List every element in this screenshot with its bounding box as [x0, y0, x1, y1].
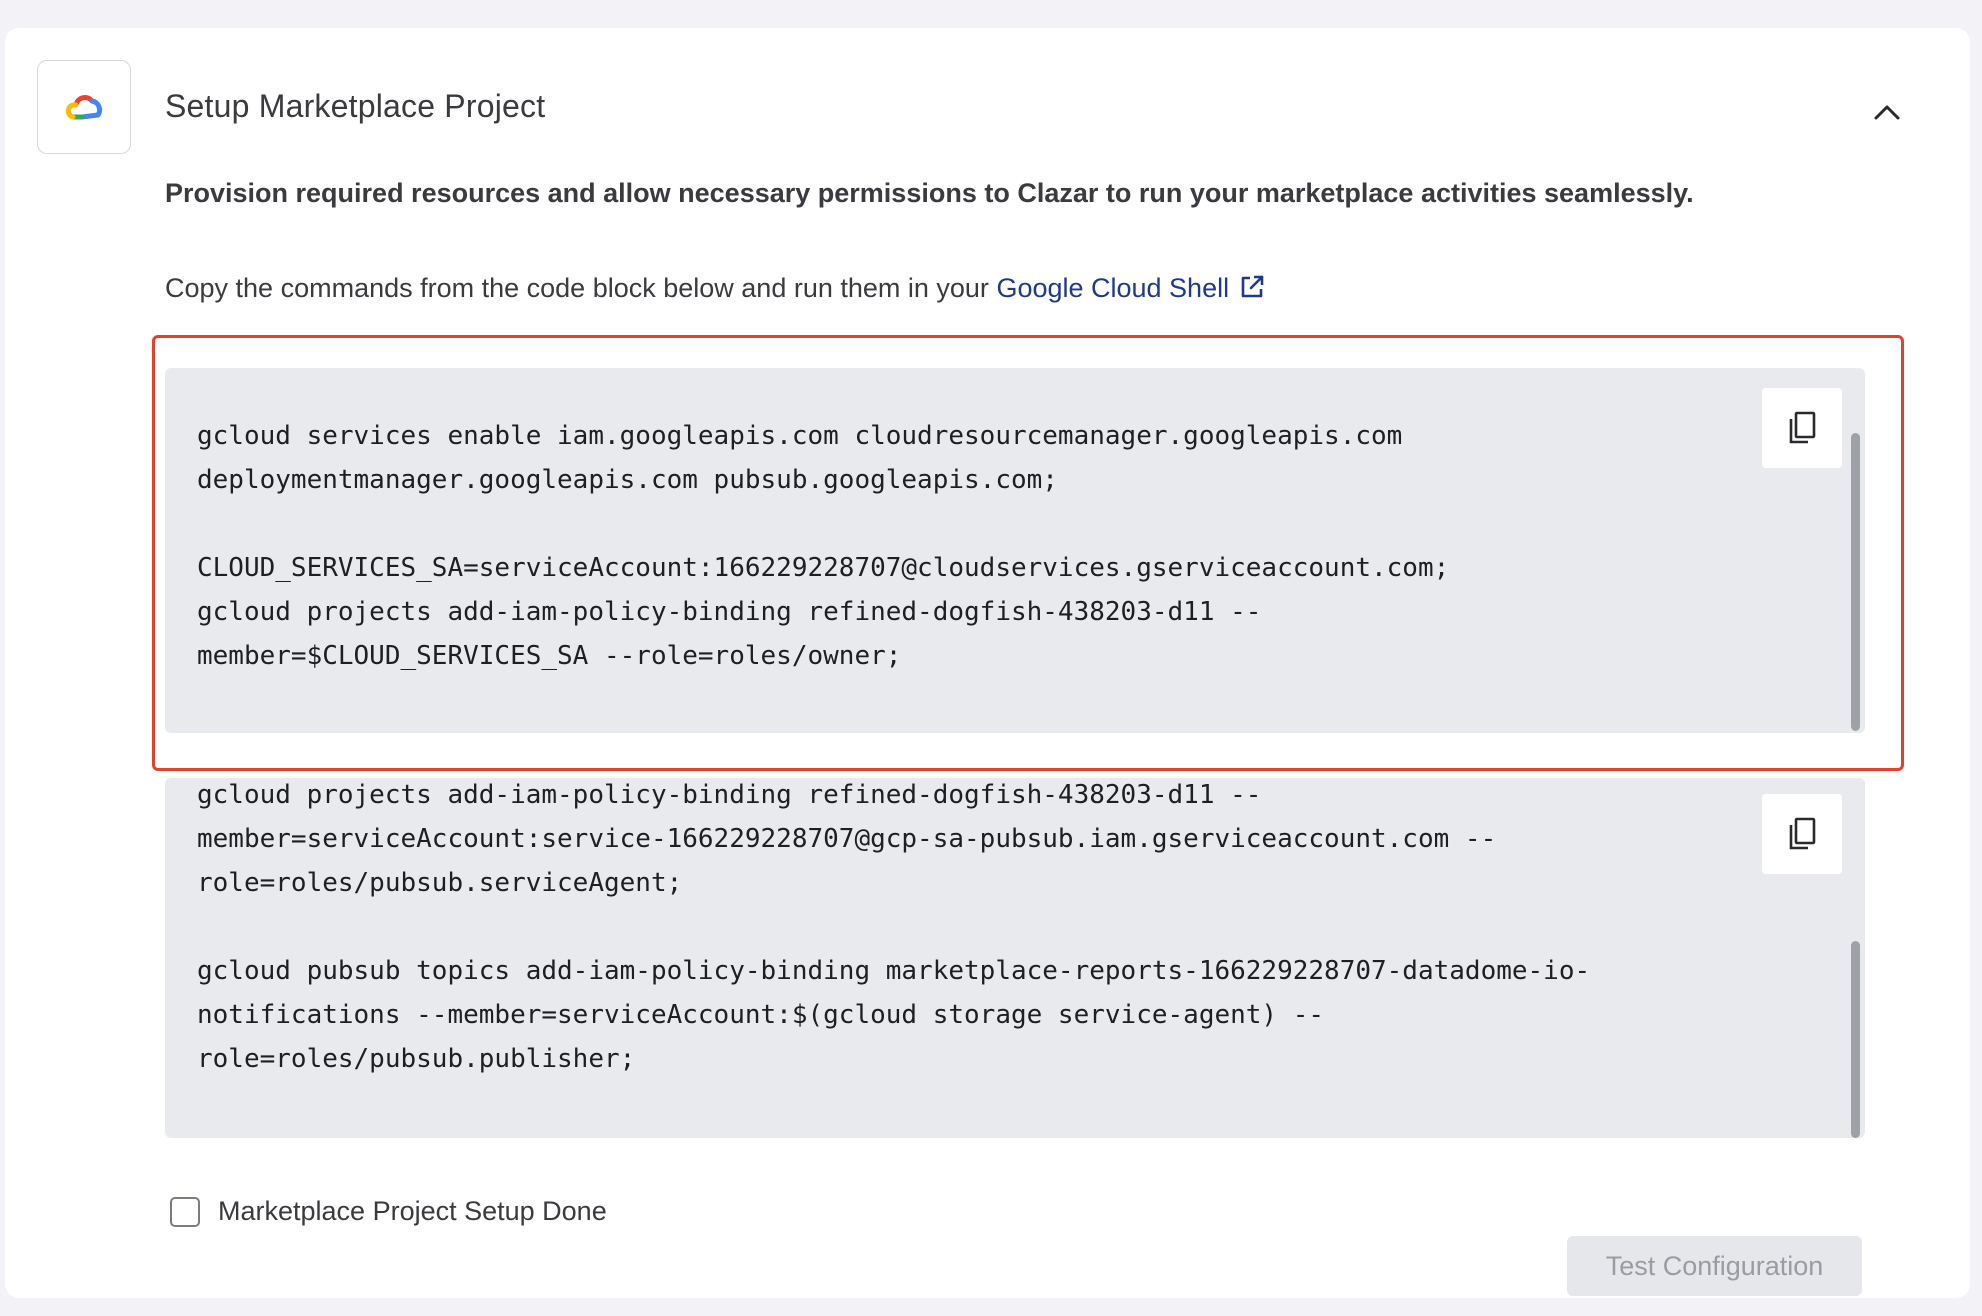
google-cloud-logo [37, 60, 131, 154]
scrollbar[interactable] [1851, 941, 1860, 1138]
code-text[interactable]: gcloud projects add-iam-policy-binding r… [197, 778, 1590, 1081]
link-label: Google Cloud Shell [996, 273, 1230, 303]
google-cloud-icon [65, 95, 103, 120]
external-link-icon [1239, 274, 1265, 307]
instruction-label: Copy the commands from the code block be… [165, 273, 989, 303]
copy-button[interactable] [1762, 388, 1842, 468]
collapse-button[interactable] [1867, 92, 1907, 132]
instruction-text: Copy the commands from the code block be… [165, 273, 1265, 307]
copy-button[interactable] [1762, 794, 1842, 874]
copy-icon [1789, 817, 1816, 850]
setup-done-checkbox[interactable] [170, 1196, 200, 1227]
section-description: Provision required resources and allow n… [165, 178, 1694, 208]
setup-card: Setup Marketplace Project Provision requ… [5, 28, 1970, 1298]
copy-icon [1789, 411, 1816, 444]
setup-done-checkbox-row[interactable]: Marketplace Project Setup Done [170, 1196, 607, 1227]
google-cloud-shell-link[interactable]: Google Cloud Shell [996, 273, 1265, 303]
code-text[interactable]: gcloud services enable iam.googleapis.co… [197, 414, 1449, 678]
code-block-enable-services: gcloud services enable iam.googleapis.co… [165, 368, 1865, 733]
section-title: Setup Marketplace Project [165, 88, 546, 124]
checkbox-label: Marketplace Project Setup Done [218, 1196, 607, 1226]
scrollbar[interactable] [1851, 433, 1860, 731]
test-configuration-button[interactable]: Test Configuration [1567, 1236, 1862, 1296]
chevron-up-icon [1874, 105, 1900, 120]
code-block-pubsub-bindings: gcloud projects add-iam-policy-binding r… [165, 778, 1865, 1138]
